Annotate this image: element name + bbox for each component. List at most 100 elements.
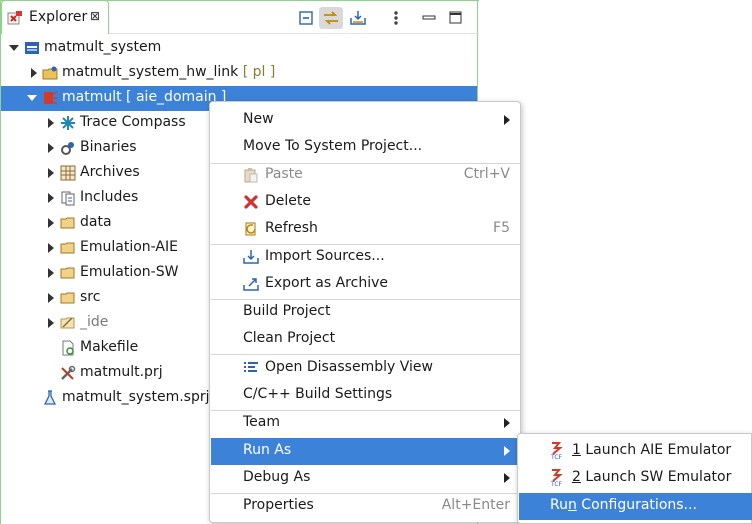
menu-item-clean-project[interactable]: Clean Project xyxy=(211,326,520,353)
tab-title: Explorer xyxy=(29,9,88,25)
menu-shortcut: Ctrl+V xyxy=(463,166,510,182)
import-icon xyxy=(350,11,366,25)
menu-shortcut: F5 xyxy=(493,220,510,236)
menu-item-open-disassembly[interactable]: Open Disassembly View xyxy=(211,355,520,382)
prj-file-icon xyxy=(61,365,76,380)
expand-arrow-icon[interactable] xyxy=(48,243,54,253)
expand-arrow-icon[interactable] xyxy=(31,68,37,78)
hw-link-folder-icon xyxy=(42,66,58,80)
expand-arrow-icon[interactable] xyxy=(48,293,54,303)
tree-item-label: Trace Compass xyxy=(80,114,186,130)
menu-item-label: C/C++ Build Settings xyxy=(243,386,393,402)
explorer-icon xyxy=(7,11,22,25)
minimize-button[interactable] xyxy=(417,7,441,29)
submenu-arrow-icon xyxy=(504,418,510,428)
sprj-file-icon xyxy=(43,390,57,405)
menu-item-label: Move To System Project... xyxy=(243,138,423,154)
menu-item-label: Build Project xyxy=(243,303,331,319)
tree-item-label: matmult_system.sprj xyxy=(62,389,210,405)
submenu-item-label: 2 Launch SW Emulator xyxy=(572,469,732,485)
submenu-item-launch-sw-emulator[interactable]: TCF 2 Launch SW Emulator xyxy=(519,465,752,492)
menu-item-label: Clean Project xyxy=(243,330,336,346)
expand-arrow-icon[interactable] xyxy=(48,268,54,278)
delete-icon xyxy=(244,195,258,209)
aie-project-icon xyxy=(44,91,58,105)
context-menu: New Move To System Project... Paste Ctrl… xyxy=(209,101,521,523)
menu-item-label: Properties xyxy=(243,497,314,513)
tree-item-label: data xyxy=(80,214,112,230)
folder-icon xyxy=(60,242,75,254)
menu-item-label: Open Disassembly View xyxy=(265,359,433,375)
expand-arrow-icon[interactable] xyxy=(48,318,54,328)
collapse-arrow-icon[interactable] xyxy=(27,95,37,101)
ide-folder-icon xyxy=(60,317,75,329)
run-as-submenu: TCF 1 Launch AIE Emulator TCF 2 Launch S… xyxy=(517,433,752,524)
tree-item-domain: [ pl ] xyxy=(238,64,276,80)
collapse-all-button[interactable] xyxy=(294,7,318,29)
menu-shortcut: Alt+Enter xyxy=(441,497,510,513)
submenu-item-launch-aie-emulator[interactable]: TCF 1 Launch AIE Emulator xyxy=(519,438,752,465)
submenu-item-label: Run Configurations... xyxy=(550,497,697,513)
import-button[interactable] xyxy=(346,7,370,29)
link-with-editor-icon xyxy=(324,11,338,25)
expand-arrow-icon[interactable] xyxy=(48,193,54,203)
expand-arrow-icon[interactable] xyxy=(48,118,54,128)
tree-item-label: Archives xyxy=(80,164,140,180)
menu-item-label: Debug As xyxy=(243,469,311,485)
svg-text:TCF: TCF xyxy=(550,454,563,460)
tree-item-label: Emulation-SW xyxy=(80,264,179,280)
export-icon xyxy=(243,278,259,291)
tree-item-label: src xyxy=(80,289,101,305)
menu-item-build-project[interactable]: Build Project xyxy=(211,299,520,326)
tree-item-label: Emulation-AIE xyxy=(80,239,178,255)
menu-item-build-settings[interactable]: C/C++ Build Settings xyxy=(211,382,520,409)
tree-item-label: matmult_system_hw_link [ pl ] xyxy=(62,64,276,80)
tab-strip-divider xyxy=(109,33,479,34)
menu-item-refresh[interactable]: Refresh F5 xyxy=(211,216,520,243)
submenu-arrow-icon xyxy=(504,473,510,483)
tree-item-label: matmult_system xyxy=(44,39,162,55)
view-menu-button[interactable] xyxy=(384,7,408,29)
menu-item-debug-as[interactable]: Debug As xyxy=(211,465,520,492)
folder-icon xyxy=(60,267,75,279)
binaries-icon xyxy=(61,142,74,155)
expand-arrow-icon[interactable] xyxy=(48,143,54,153)
menu-item-import-sources[interactable]: Import Sources... xyxy=(211,244,520,271)
system-project-icon xyxy=(25,42,39,54)
menu-item-new[interactable]: New xyxy=(211,107,520,134)
refresh-icon xyxy=(245,222,256,236)
tree-item-hw-link[interactable]: matmult_system_hw_link [ pl ] xyxy=(1,61,477,86)
menu-item-label: New xyxy=(243,111,274,127)
collapse-arrow-icon[interactable] xyxy=(9,45,19,51)
menu-item-team[interactable]: Team xyxy=(211,410,520,437)
tab-close-icon[interactable]: ⊠ xyxy=(90,9,100,23)
submenu-item-run-configurations[interactable]: Run Configurations... xyxy=(519,493,752,520)
archives-icon xyxy=(60,165,76,181)
tree-item-label: matmult.prj xyxy=(80,364,163,380)
paste-icon xyxy=(244,168,258,183)
menu-item-properties[interactable]: Properties Alt+Enter xyxy=(211,493,520,520)
expand-arrow-icon[interactable] xyxy=(48,168,54,178)
menu-item-paste[interactable]: Paste Ctrl+V xyxy=(211,162,520,189)
submenu-arrow-icon xyxy=(504,115,510,125)
tree-item-matmult-system[interactable]: matmult_system xyxy=(1,36,477,61)
menu-item-run-as[interactable]: Run As xyxy=(211,438,520,465)
menu-item-export-archive[interactable]: Export as Archive xyxy=(211,271,520,298)
tree-item-label: Binaries xyxy=(80,139,137,155)
menu-item-move-to-system-project[interactable]: Move To System Project... xyxy=(211,134,520,161)
kebab-menu-icon xyxy=(394,11,398,25)
menu-item-delete[interactable]: Delete xyxy=(211,189,520,216)
tab-explorer[interactable]: Explorer ⊠ xyxy=(1,0,109,34)
import-icon xyxy=(243,250,259,264)
submenu-arrow-icon xyxy=(504,446,510,456)
menu-item-label: Team xyxy=(243,414,281,430)
expand-arrow-icon[interactable] xyxy=(48,218,54,228)
tcf-launch-icon: TCF xyxy=(550,442,563,460)
link-with-editor-button[interactable] xyxy=(319,7,343,29)
svg-text:TCF: TCF xyxy=(550,481,563,487)
tree-item-label: Makefile xyxy=(80,339,139,355)
makefile-icon xyxy=(62,340,74,356)
menu-item-label: Run As xyxy=(243,442,292,458)
maximize-button[interactable] xyxy=(444,7,468,29)
menu-item-label: Export as Archive xyxy=(265,275,388,291)
